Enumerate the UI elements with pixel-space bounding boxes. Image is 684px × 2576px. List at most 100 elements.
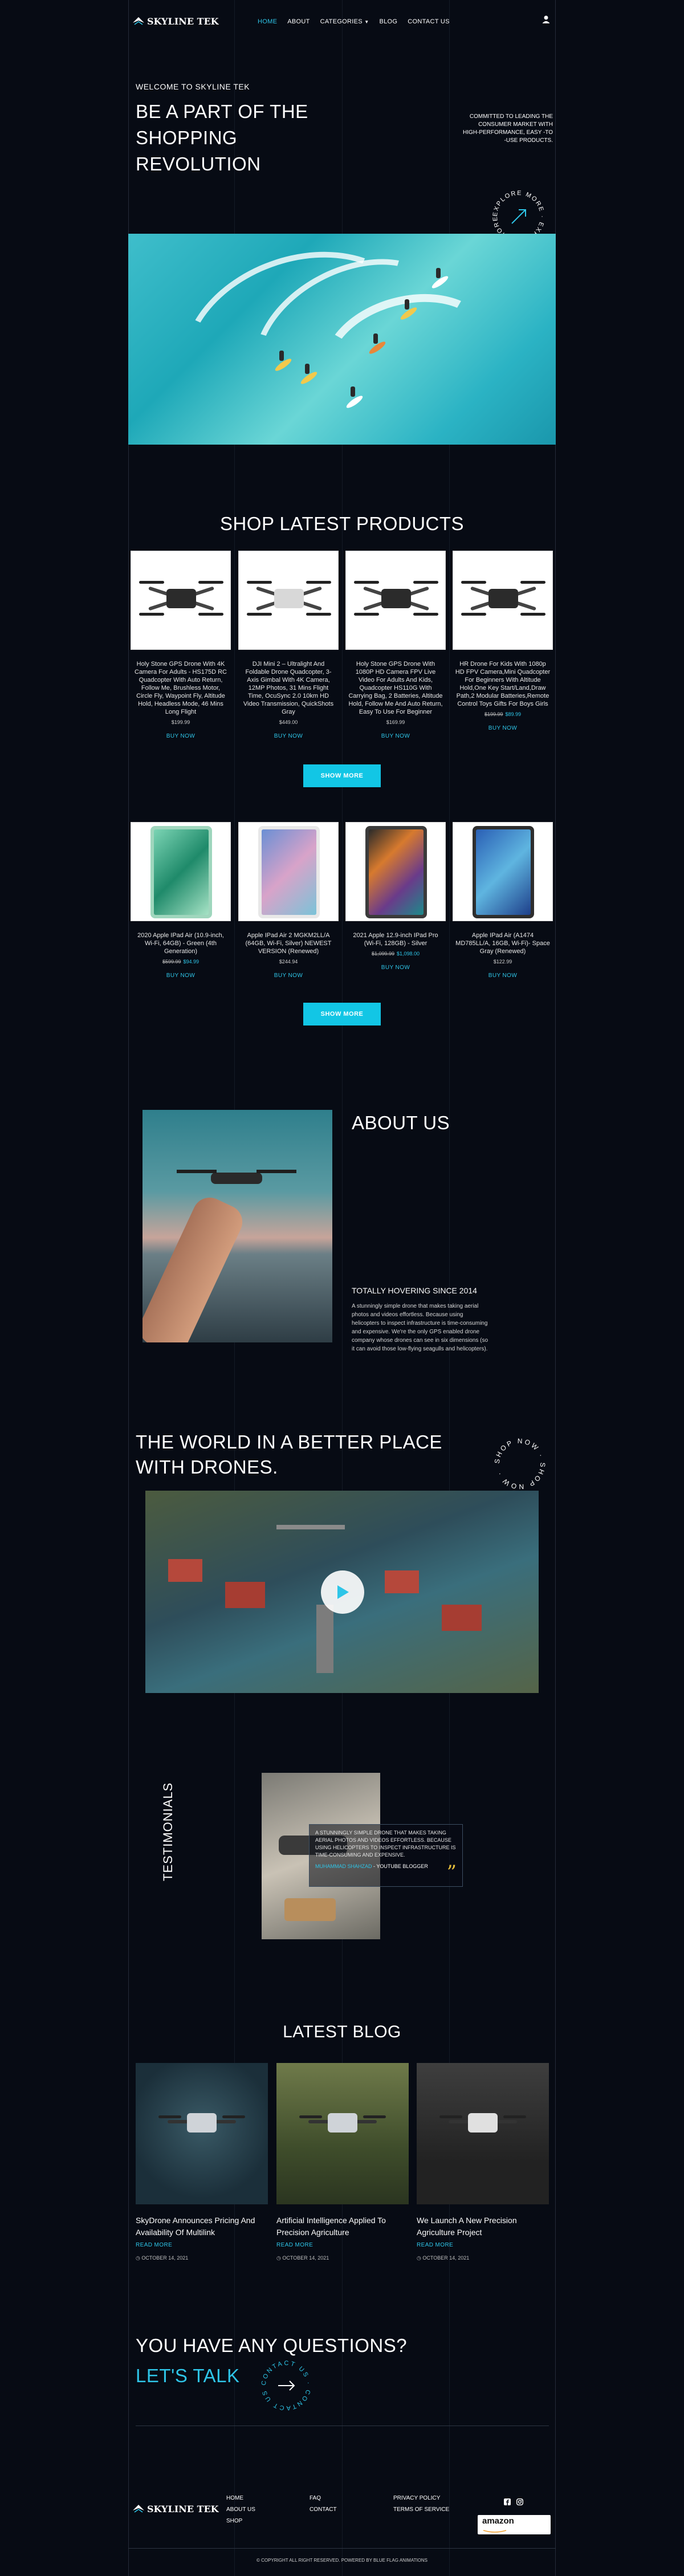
product-image[interactable] xyxy=(453,822,553,921)
product-image[interactable] xyxy=(345,822,446,921)
hero-image xyxy=(128,234,556,445)
amazon-badge[interactable]: amazon xyxy=(478,2515,551,2534)
blog-post-date: ◷ OCTOBER 14, 2021 xyxy=(417,2255,549,2261)
cta-talk[interactable]: LET'S TALK xyxy=(136,2365,240,2387)
product-name[interactable]: HR Drone For Kids With 1080p HD FPV Came… xyxy=(453,660,553,708)
product-price: $244.94 xyxy=(279,959,298,965)
buy-now-link[interactable]: BUY NOW xyxy=(238,972,339,979)
nav-blog[interactable]: BLOG xyxy=(380,18,398,25)
hero-headline: BE A PART OF THE SHOPPING REVOLUTION xyxy=(136,99,308,177)
product-image[interactable] xyxy=(345,551,446,650)
buy-now-link[interactable]: BUY NOW xyxy=(131,733,231,739)
product-image[interactable] xyxy=(453,551,553,650)
footer-logo[interactable]: SKYLINE TEK xyxy=(132,2502,219,2515)
product-name[interactable]: Apple IPad Air 2 MGKM2LL/A (64GB, Wi-Fi,… xyxy=(238,931,339,955)
product-name[interactable]: DJI Mini 2 – Ultralight And Foldable Dro… xyxy=(238,660,339,716)
blog-image[interactable] xyxy=(276,2063,409,2204)
nav-contact[interactable]: CONTACT US xyxy=(408,18,450,25)
product-name[interactable]: Apple IPad Air (A1474 MD785LL/A, 16GB, W… xyxy=(453,931,553,955)
blog-image[interactable] xyxy=(417,2063,549,2204)
nav-home[interactable]: HOME xyxy=(258,18,277,25)
world-title-line2: WITH DRONES. xyxy=(136,1456,278,1478)
drone-video[interactable] xyxy=(145,1491,539,1693)
arrow-up-right-icon xyxy=(511,209,526,224)
page-root: SKYLINE TEK HOME ABOUT CATEGORIES ▼ BLOG… xyxy=(0,0,684,2576)
show-more-button[interactable]: SHOW MORE xyxy=(303,1003,381,1025)
badge-text: SHOP NOW · SHOP NOW · xyxy=(493,1437,545,1491)
product-card[interactable]: 2020 Apple IPad Air (10.9-inch, Wi-Fi, 6… xyxy=(131,822,231,979)
product-card[interactable]: Apple IPad Air 2 MGKM2LL/A (64GB, Wi-Fi,… xyxy=(238,822,339,979)
logo-wing-icon xyxy=(133,17,144,25)
clock-icon: ◷ xyxy=(417,2255,423,2261)
blog-card[interactable]: We Launch A New Precision Agriculture Pr… xyxy=(417,2063,549,2261)
logo-text: SKYLINE TEK xyxy=(147,15,219,27)
product-card[interactable]: Holy Stone GPS Drone With 1080P HD Camer… xyxy=(345,551,446,739)
clock-icon: ◷ xyxy=(276,2255,283,2261)
footer-link-faq[interactable]: FAQ xyxy=(310,2493,337,2504)
footer-link-shop[interactable]: SHOP xyxy=(226,2516,255,2527)
about-title: ABOUT US xyxy=(352,1112,450,1133)
about-body: A stunningly simple drone that makes tak… xyxy=(352,1303,488,1352)
product-old-price: $1,099.99 xyxy=(371,951,394,957)
play-button[interactable] xyxy=(321,1570,364,1614)
clock-icon: ◷ xyxy=(136,2255,142,2261)
product-card[interactable]: Holy Stone GPS Drone With 4K Camera For … xyxy=(131,551,231,739)
product-card[interactable]: HR Drone For Kids With 1080p HD FPV Came… xyxy=(453,551,553,731)
read-more-link[interactable]: READ MORE xyxy=(136,2242,268,2248)
shop-now-badge[interactable]: SHOP NOW · SHOP NOW · xyxy=(491,1435,548,1492)
footer-link-about[interactable]: ABOUT US xyxy=(226,2504,255,2516)
chevron-down-icon: ▼ xyxy=(364,19,369,25)
hero-eyebrow: WELCOME TO SKYLINE TEK xyxy=(136,82,250,91)
hero-headline-line3: REVOLUTION xyxy=(136,153,261,174)
product-card[interactable]: 2021 Apple 12.9-inch IPad Pro (Wi-Fi, 12… xyxy=(345,822,446,971)
footer-link-contact[interactable]: CONTACT xyxy=(310,2504,337,2516)
world-title-line1: THE WORLD IN A BETTER PLACE xyxy=(136,1431,442,1452)
buy-now-link[interactable]: BUY NOW xyxy=(131,972,231,979)
nav-categories[interactable]: CATEGORIES ▼ xyxy=(320,18,369,25)
footer-link-privacy[interactable]: PRIVACY POLICY xyxy=(393,2493,449,2504)
product-name[interactable]: Holy Stone GPS Drone With 4K Camera For … xyxy=(131,660,231,716)
shop-title: SHOP LATEST PRODUCTS xyxy=(219,513,465,534)
badge-text: CONTACT US · CONTACT US · xyxy=(258,2357,310,2411)
buy-now-link[interactable]: BUY NOW xyxy=(345,965,446,971)
contact-us-badge[interactable]: CONTACT US · CONTACT US · xyxy=(258,2357,315,2414)
product-sale-price: $89.99 xyxy=(505,711,522,717)
buy-now-link[interactable]: BUY NOW xyxy=(345,733,446,739)
blog-post-title[interactable]: We Launch A New Precision Agriculture Pr… xyxy=(417,2215,549,2239)
product-card[interactable]: DJI Mini 2 – Ultralight And Foldable Dro… xyxy=(238,551,339,739)
instagram-icon[interactable] xyxy=(516,2498,523,2505)
product-name[interactable]: Holy Stone GPS Drone With 1080P HD Camer… xyxy=(345,660,446,716)
read-more-link[interactable]: READ MORE xyxy=(276,2242,409,2248)
show-more-button[interactable]: SHOW MORE xyxy=(303,764,381,787)
product-price: $199.99 xyxy=(171,719,190,725)
buy-now-link[interactable]: BUY NOW xyxy=(453,972,553,979)
facebook-icon[interactable] xyxy=(504,2498,511,2505)
footer-col2: FAQ CONTACT xyxy=(310,2493,337,2516)
blog-post-date: ◷ OCTOBER 14, 2021 xyxy=(276,2255,409,2261)
nav-categories-label: CATEGORIES xyxy=(320,18,363,25)
buy-now-link[interactable]: BUY NOW xyxy=(453,725,553,731)
nav-about[interactable]: ABOUT xyxy=(287,18,310,25)
product-image[interactable] xyxy=(238,551,339,650)
blog-post-title[interactable]: SkyDrone Announces Pricing And Availabil… xyxy=(136,2215,268,2239)
blog-post-title[interactable]: Artificial Intelligence Applied To Preci… xyxy=(276,2215,409,2239)
footer-link-home[interactable]: HOME xyxy=(226,2493,255,2504)
product-name[interactable]: 2021 Apple 12.9-inch IPad Pro (Wi-Fi, 12… xyxy=(345,931,446,947)
product-card[interactable]: Apple IPad Air (A1474 MD785LL/A, 16GB, W… xyxy=(453,822,553,979)
blog-image[interactable] xyxy=(136,2063,268,2204)
blog-card[interactable]: Artificial Intelligence Applied To Preci… xyxy=(276,2063,409,2261)
product-image[interactable] xyxy=(131,822,231,921)
buy-now-link[interactable]: BUY NOW xyxy=(238,733,339,739)
testimonials-label: TESTIMONIALS xyxy=(161,1782,175,1881)
product-image[interactable] xyxy=(131,551,231,650)
footer-bottom-divider xyxy=(128,2548,556,2549)
blog-card[interactable]: SkyDrone Announces Pricing And Availabil… xyxy=(136,2063,268,2261)
header-logo[interactable]: SKYLINE TEK xyxy=(132,15,219,27)
product-image[interactable] xyxy=(238,822,339,921)
read-more-link[interactable]: READ MORE xyxy=(417,2242,549,2248)
product-name[interactable]: 2020 Apple IPad Air (10.9-inch, Wi-Fi, 6… xyxy=(131,931,231,955)
svg-text:SHOP NOW · SHOP NOW ·: SHOP NOW · SHOP NOW · xyxy=(493,1437,547,1491)
user-icon[interactable] xyxy=(542,15,551,24)
footer-link-terms[interactable]: TERMS OF SERVICE xyxy=(393,2504,449,2516)
product-price: $449.00 xyxy=(279,719,298,725)
